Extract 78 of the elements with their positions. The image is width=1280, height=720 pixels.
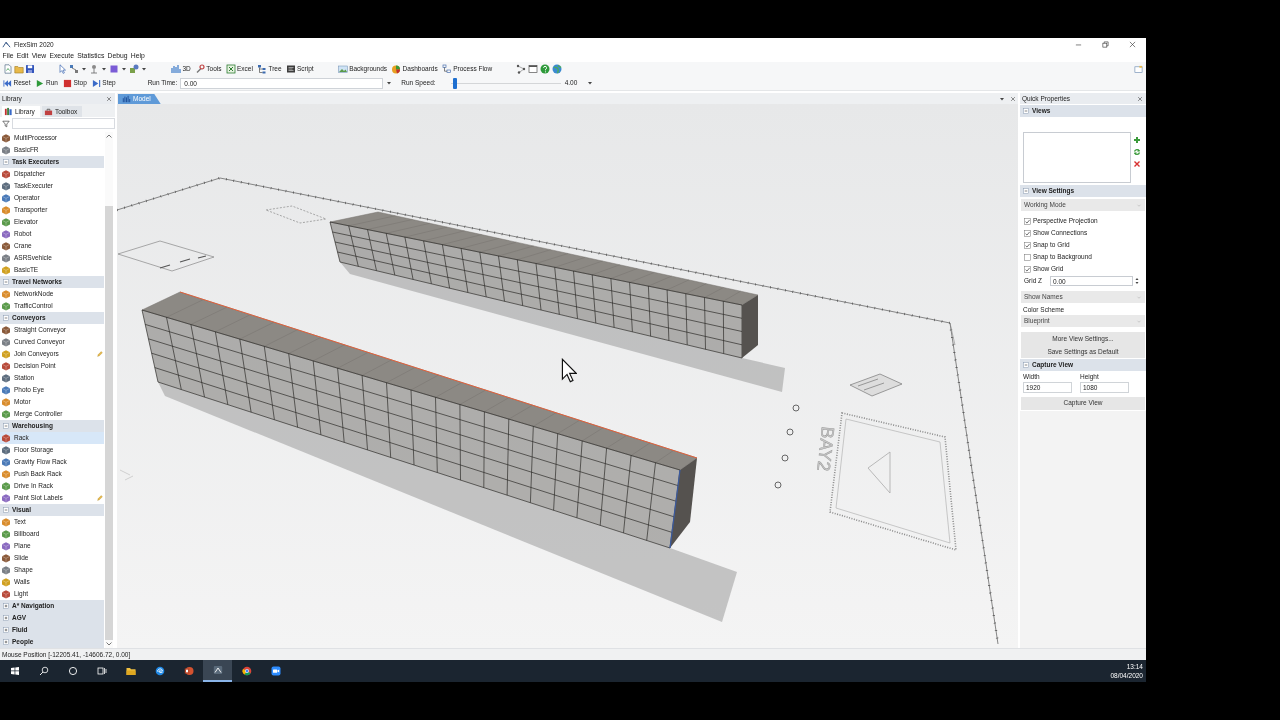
- flowchart-icon: [441, 64, 452, 74]
- restore-icon[interactable]: [1102, 41, 1109, 48]
- window-icon[interactable]: [528, 64, 539, 74]
- expand-icon[interactable]: [3, 639, 9, 645]
- wrench-icon: [194, 64, 205, 74]
- expand-icon[interactable]: [3, 603, 9, 609]
- close-icon[interactable]: [1129, 41, 1136, 48]
- collapse-icon[interactable]: [3, 315, 9, 321]
- task-view-icon[interactable]: [96, 666, 107, 676]
- rewind-icon: [3, 78, 12, 88]
- folder-icon: [125, 666, 136, 676]
- cursor-icon: [561, 358, 577, 383]
- app-icon: [212, 665, 223, 675]
- globe-icon[interactable]: [552, 64, 563, 74]
- presentation-icon: [183, 666, 194, 676]
- bars-icon: [171, 64, 181, 74]
- collapse-icon[interactable]: [3, 423, 9, 429]
- scrollbar[interactable]: [105, 132, 113, 648]
- chevron-up-icon[interactable]: [105, 133, 113, 139]
- collapse-icon[interactable]: [3, 159, 9, 165]
- floor-label: BAY2: [813, 425, 838, 473]
- search-icon[interactable]: [38, 666, 49, 676]
- collapse-icon[interactable]: [3, 507, 9, 513]
- chevron-down-icon: [1136, 318, 1142, 324]
- expand-icon[interactable]: [3, 615, 9, 621]
- toolbox-icon: [43, 107, 53, 116]
- network-icon[interactable]: [516, 64, 527, 74]
- close-icon[interactable]: [1010, 95, 1016, 102]
- windows-logo-icon[interactable]: [9, 666, 20, 676]
- pencil-icon[interactable]: [97, 351, 103, 357]
- stop-icon: [62, 78, 72, 88]
- chevron-down-icon: [1136, 294, 1142, 300]
- shapes-icon[interactable]: [129, 64, 139, 74]
- pie-chart-icon: [391, 64, 402, 74]
- chevron-down-icon[interactable]: [105, 641, 113, 647]
- pointer-icon[interactable]: [57, 64, 67, 74]
- expand-icon[interactable]: [3, 627, 9, 633]
- collapse-icon[interactable]: [1023, 188, 1029, 194]
- step-icon: [91, 78, 101, 88]
- node-icon[interactable]: [89, 64, 99, 74]
- cube-icon: [1, 433, 11, 443]
- circle-logo-icon: [241, 666, 252, 676]
- checkbox[interactable]: [1024, 217, 1031, 225]
- swirl-logo-icon: [154, 666, 165, 676]
- picture-icon: [337, 64, 348, 74]
- books-icon: [4, 107, 13, 116]
- new-file-icon[interactable]: [3, 64, 13, 74]
- checkbox[interactable]: [1024, 253, 1031, 261]
- checkbox[interactable]: [1024, 265, 1031, 273]
- spreadsheet-icon: [225, 64, 236, 74]
- slider-thumb[interactable]: [452, 77, 457, 89]
- checkbox[interactable]: [1024, 241, 1031, 249]
- pencil-icon[interactable]: [97, 495, 103, 501]
- app-logo-icon: [2, 40, 11, 49]
- collapse-icon[interactable]: [3, 279, 9, 285]
- cross-icon[interactable]: [1133, 160, 1141, 168]
- play-icon: [35, 78, 45, 88]
- connector-icon[interactable]: [69, 64, 79, 74]
- close-icon[interactable]: [106, 95, 112, 102]
- filter-field[interactable]: [12, 118, 115, 129]
- checkbox[interactable]: [1024, 229, 1031, 237]
- script-icon: [285, 64, 296, 74]
- help-icon[interactable]: [540, 64, 551, 74]
- add-icon[interactable]: [1133, 136, 1141, 144]
- tree-icon: [256, 64, 267, 74]
- scrollbar-thumb[interactable]: [105, 206, 113, 640]
- bars-icon: [122, 95, 131, 103]
- chevron-down-icon: [1136, 202, 1142, 208]
- camera-icon: [270, 666, 281, 676]
- square-icon[interactable]: [109, 64, 119, 74]
- minimize-icon[interactable]: [1075, 41, 1082, 48]
- ring-icon[interactable]: [67, 666, 78, 676]
- collapse-icon[interactable]: [1023, 362, 1029, 368]
- filter-icon[interactable]: [2, 119, 10, 128]
- save-icon[interactable]: [25, 64, 35, 74]
- collapse-icon[interactable]: [1023, 108, 1029, 114]
- refresh-icon[interactable]: [1133, 148, 1141, 156]
- close-icon[interactable]: [1137, 95, 1143, 102]
